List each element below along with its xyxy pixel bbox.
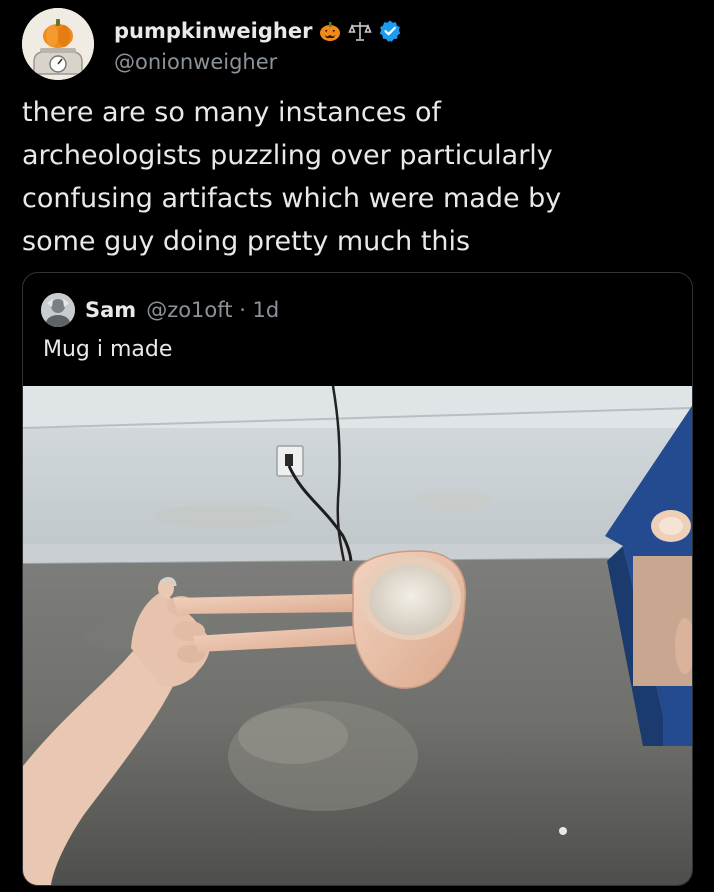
quoted-author-avatar[interactable] <box>41 293 75 327</box>
author-avatar[interactable] <box>22 8 94 80</box>
quoted-post-header: Sam @zo1oft · 1d <box>41 293 279 327</box>
verified-badge-icon <box>378 19 402 43</box>
display-name-row: pumpkinweigher <box>114 16 402 46</box>
author-handle[interactable]: @onionweigher <box>114 50 277 74</box>
scales-icon <box>348 19 373 43</box>
mug-photo[interactable] <box>23 386 692 885</box>
quoted-handle-time: @zo1oft · 1d <box>146 298 280 322</box>
post-text: there are so many instances of archeolog… <box>22 97 562 257</box>
jack-o-lantern-icon <box>318 19 342 43</box>
display-name[interactable]: pumpkinweigher <box>114 19 312 43</box>
quoted-post-text: Mug i made <box>43 337 173 362</box>
post-header: pumpkinweigher @onionweigher <box>22 8 702 80</box>
profile-photo-icon <box>41 293 75 327</box>
quoted-display-name[interactable]: Sam <box>85 298 136 322</box>
quoted-post-card[interactable]: Sam @zo1oft · 1d Mug i made <box>22 272 693 886</box>
scale-pumpkin-avatar-icon <box>22 8 94 80</box>
